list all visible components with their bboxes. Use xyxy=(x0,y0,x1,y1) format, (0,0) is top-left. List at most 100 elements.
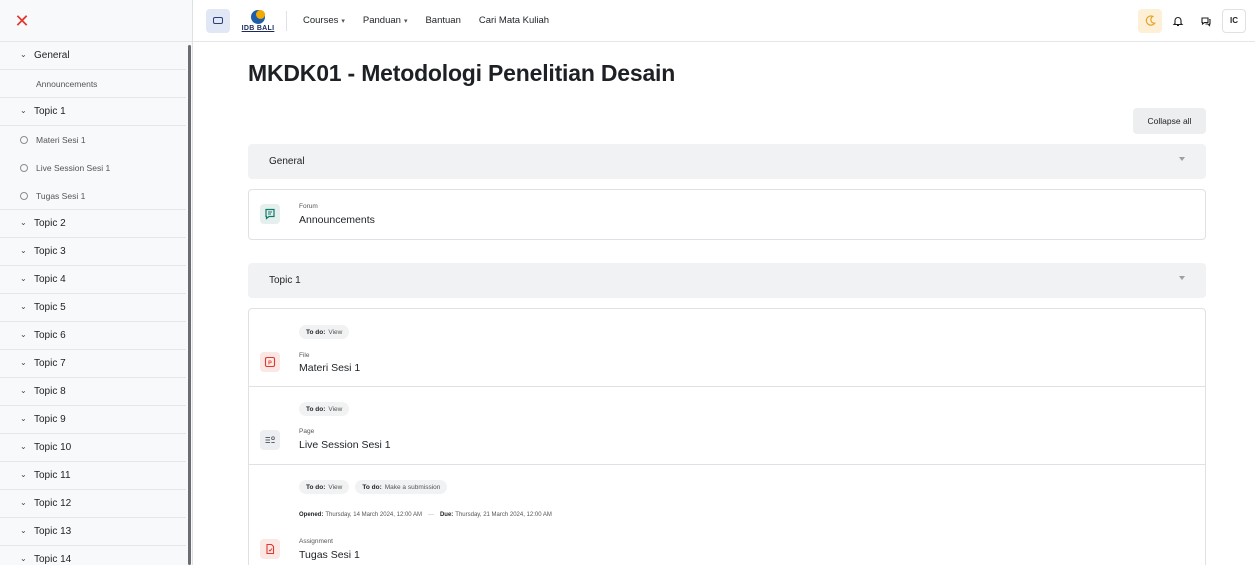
logo-mark-icon xyxy=(251,9,265,24)
index-section-topic-12[interactable]: ⌄ Topic 12 xyxy=(0,490,186,518)
chevron-down-icon: ▾ xyxy=(403,17,408,25)
chevron-down-icon: ⌄ xyxy=(20,106,27,115)
due-date: Thursday, 21 March 2024, 12:00 AM xyxy=(455,512,552,518)
index-item-live-session-sesi-1[interactable]: Live Session Sesi 1 xyxy=(0,154,186,182)
activity-name-materi-sesi-1[interactable]: Materi Sesi 1 xyxy=(299,362,360,374)
todo-badge-view: To do: View xyxy=(299,402,350,416)
user-avatar[interactable]: IC xyxy=(1222,8,1246,33)
activity-type: Page xyxy=(299,428,315,435)
messages-button[interactable] xyxy=(1194,9,1218,33)
nav-panduan[interactable]: Panduan ▾ xyxy=(363,15,408,26)
logo-text: IDB BALI xyxy=(241,24,275,32)
main-content: MKDK01 - Metodologi Penelitian Desain Co… xyxy=(193,42,1255,565)
activity-type: File xyxy=(299,352,310,359)
activity-name-announcements[interactable]: Announcements xyxy=(299,214,375,226)
chevron-down-icon: ⌄ xyxy=(20,246,27,255)
drawer-scrollbar[interactable] xyxy=(188,45,191,565)
caret-down-icon xyxy=(1179,157,1185,161)
general-activities: Forum Announcements xyxy=(248,189,1206,240)
index-item-tugas-sesi-1[interactable]: Tugas Sesi 1 xyxy=(0,182,186,210)
chevron-down-icon: ⌄ xyxy=(20,330,27,339)
notifications-button[interactable] xyxy=(1166,9,1190,33)
moon-icon xyxy=(1145,15,1156,26)
nav-courses[interactable]: Courses ▾ xyxy=(303,15,345,26)
index-section-topic-8[interactable]: ⌄ Topic 8 xyxy=(0,378,186,406)
chevron-down-icon: ▾ xyxy=(341,17,345,25)
index-section-topic-14[interactable]: ⌄ Topic 14 xyxy=(0,546,186,565)
dark-mode-toggle[interactable] xyxy=(1138,8,1162,33)
chevron-down-icon: ⌄ xyxy=(20,302,27,311)
completion-badges: To do: View To do: Make a submission xyxy=(299,480,453,494)
collapse-all-button[interactable]: Collapse all xyxy=(1133,108,1206,134)
opened-date: Thursday, 14 March 2024, 12:00 AM xyxy=(325,512,422,518)
chevron-down-icon: ⌄ xyxy=(20,414,27,423)
file-icon: P xyxy=(260,352,280,372)
nav-cari-mata-kuliah[interactable]: Cari Mata Kuliah xyxy=(479,15,549,26)
index-item-materi-sesi-1[interactable]: Materi Sesi 1 xyxy=(0,126,186,154)
index-section-topic-11[interactable]: ⌄ Topic 11 xyxy=(0,462,186,490)
drawer-toggle-button[interactable] xyxy=(206,8,230,33)
chevron-down-icon: ⌄ xyxy=(20,386,27,395)
index-section-topic-6[interactable]: ⌄ Topic 6 xyxy=(0,322,186,350)
index-section-topic-4[interactable]: ⌄ Topic 4 xyxy=(0,266,186,294)
drawer-header: ✕ xyxy=(0,0,192,42)
todo-badge-view: To do: View xyxy=(299,325,350,339)
index-section-topic-13[interactable]: ⌄ Topic 13 xyxy=(0,518,186,546)
topic-1-activities: To do: View P File Materi Sesi 1 To do: Vi… xyxy=(248,308,1206,565)
index-item-announcements[interactable]: Announcements xyxy=(0,70,186,98)
activity-name-live-session-sesi-1[interactable]: Live Session Sesi 1 xyxy=(299,439,391,451)
top-navbar: IDB BALI Courses ▾ Panduan ▾ Bantuan Cari … xyxy=(193,0,1255,42)
navbar-divider xyxy=(286,10,287,31)
close-drawer-button[interactable]: ✕ xyxy=(10,9,34,33)
index-section-topic-9[interactable]: ⌄ Topic 9 xyxy=(0,406,186,434)
page-title: MKDK01 - Metodologi Penelitian Desain xyxy=(248,60,676,86)
forum-icon xyxy=(260,204,280,224)
chevron-down-icon: ⌄ xyxy=(20,442,27,451)
page-icon xyxy=(260,430,280,450)
index-section-topic-10[interactable]: ⌄ Topic 10 xyxy=(0,434,186,462)
nav-bantuan[interactable]: Bantuan xyxy=(425,15,460,26)
index-section-topic-3[interactable]: ⌄ Topic 3 xyxy=(0,238,186,266)
activity-file: To do: View P File Materi Sesi 1 xyxy=(249,309,1205,387)
chevron-down-icon: ⌄ xyxy=(20,554,27,563)
completion-badges: To do: View xyxy=(299,402,355,416)
activity-assignment: To do: View To do: Make a submission Opene… xyxy=(249,465,1205,565)
chevron-down-icon: ⌄ xyxy=(20,358,27,367)
activity-type: Assignment xyxy=(299,538,333,545)
index-section-topic-7[interactable]: ⌄ Topic 7 xyxy=(0,350,186,378)
course-index-drawer: ✕ ⌄ General Announcements ⌄ Topic 1 Materi… xyxy=(0,0,193,565)
assignment-icon xyxy=(260,539,280,559)
chevron-down-icon: ⌄ xyxy=(20,50,27,59)
completion-circle-icon xyxy=(20,191,28,200)
chevron-down-icon: ⌄ xyxy=(20,526,27,535)
site-logo[interactable]: IDB BALI xyxy=(240,9,276,32)
completion-badges: To do: View xyxy=(299,325,355,339)
chevron-down-icon: ⌄ xyxy=(20,470,27,479)
index-section-topic-1[interactable]: ⌄ Topic 1 xyxy=(0,98,186,126)
activity-dates: Opened: Thursday, 14 March 2024, 12:00 AM… xyxy=(299,512,552,518)
index-section-general[interactable]: ⌄ General xyxy=(0,42,186,70)
sidebar-toggle-icon xyxy=(213,17,223,24)
completion-circle-icon xyxy=(20,164,28,172)
dates-separator: ··· xyxy=(427,512,434,518)
chat-icon xyxy=(1201,16,1211,27)
bell-icon xyxy=(1172,16,1184,26)
section-header-topic-1[interactable]: Topic 1 xyxy=(248,263,1206,298)
section-header-general[interactable]: General xyxy=(248,144,1206,179)
course-index: ⌄ General Announcements ⌄ Topic 1 Materi S… xyxy=(0,42,186,565)
activity-forum: Forum Announcements xyxy=(249,190,1205,239)
todo-badge-view: To do: View xyxy=(299,480,350,494)
activity-page: To do: View Page Live Session Sesi 1 xyxy=(249,387,1205,465)
navbar-right: IC xyxy=(1138,8,1246,33)
activity-type: Forum xyxy=(299,203,318,210)
svg-text:P: P xyxy=(268,360,272,366)
completion-circle-icon xyxy=(20,136,28,144)
activity-name-tugas-sesi-1[interactable]: Tugas Sesi 1 xyxy=(299,549,360,561)
chevron-down-icon: ⌄ xyxy=(20,274,27,283)
chevron-down-icon: ⌄ xyxy=(20,498,27,507)
index-section-topic-5[interactable]: ⌄ Topic 5 xyxy=(0,294,186,322)
todo-badge-submission: To do: Make a submission xyxy=(355,480,448,494)
caret-down-icon xyxy=(1179,276,1185,280)
close-icon: ✕ xyxy=(14,10,30,31)
index-section-topic-2[interactable]: ⌄ Topic 2 xyxy=(0,210,186,238)
